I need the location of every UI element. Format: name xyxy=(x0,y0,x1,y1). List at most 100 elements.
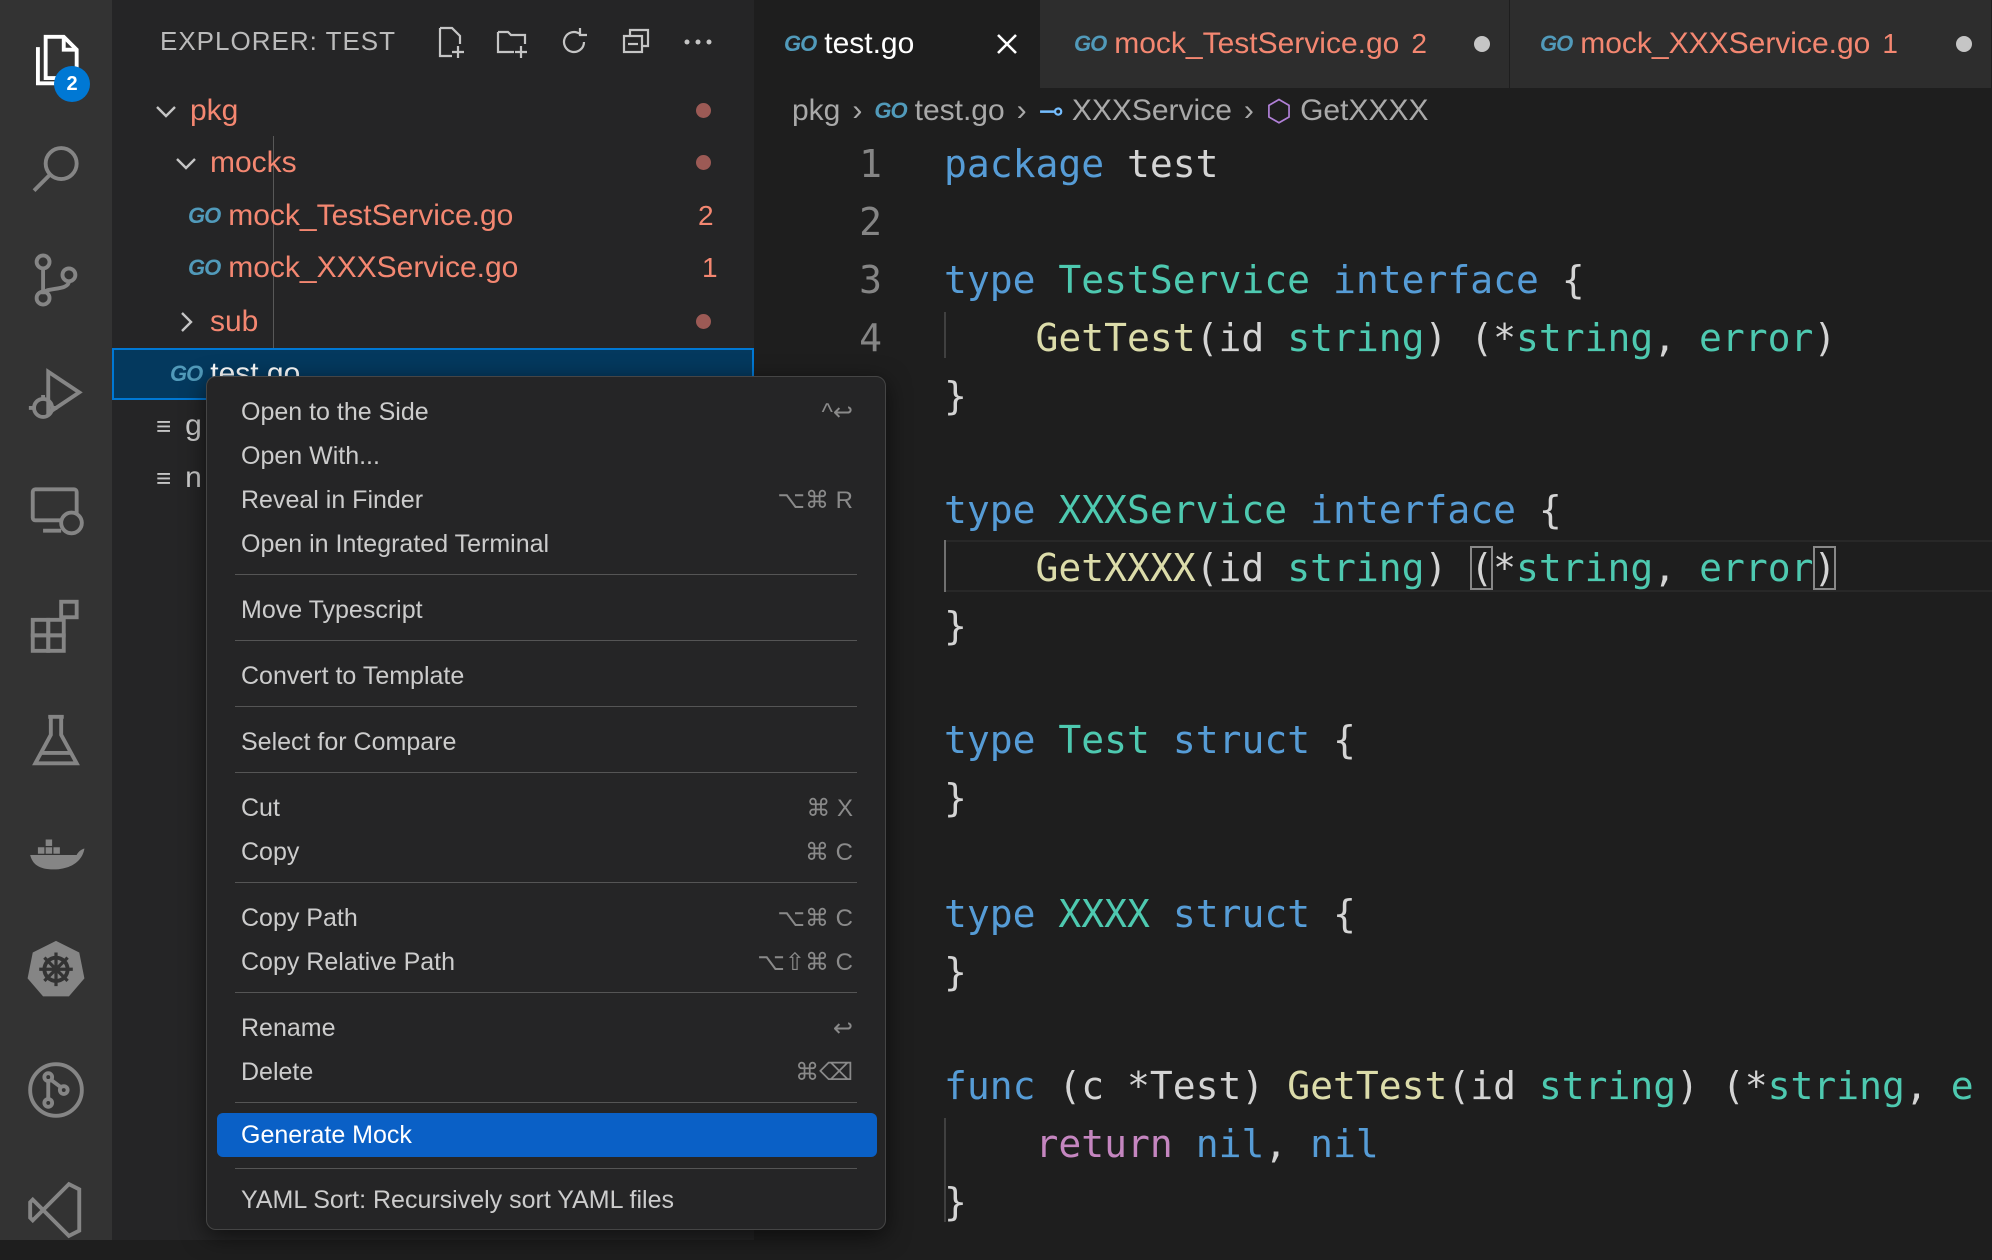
menu-item-open-to-side[interactable]: Open to the Side ^↩ xyxy=(217,391,877,433)
line-number: 4 xyxy=(859,316,882,360)
menu-separator xyxy=(235,992,857,993)
new-folder-icon xyxy=(496,30,527,58)
code-line: } xyxy=(944,374,967,418)
menu-item-convert-template[interactable]: Convert to Template xyxy=(217,655,877,697)
menu-item-copy-relative-path[interactable]: Copy Relative Path ⌥⇧⌘ C xyxy=(217,941,877,983)
code-token: string xyxy=(1516,316,1654,360)
breadcrumb-file[interactable]: test.go xyxy=(915,94,1005,128)
code-line: package test xyxy=(944,142,1219,186)
breadcrumb-method[interactable]: GetXXXX xyxy=(1300,94,1428,128)
code-token: type xyxy=(944,718,1036,762)
menu-item-label: Copy Path xyxy=(241,903,358,932)
vscode-activity[interactable] xyxy=(0,1160,112,1260)
code-token: nil xyxy=(1195,1122,1265,1166)
code-token: } xyxy=(944,374,967,418)
new-folder-button[interactable] xyxy=(490,20,534,64)
menu-item-reveal-in-finder[interactable]: Reveal in Finder ⌥⌘ R xyxy=(217,479,877,521)
menu-item-select-compare[interactable]: Select for Compare xyxy=(217,721,877,763)
editor-tab-bar: GO test.go GO mock_TestService.go 2 GO m… xyxy=(754,0,1992,88)
menu-item-shortcut: ⌘⌫ xyxy=(795,1058,853,1086)
context-menu: Open to the Side ^↩ Open With... Reveal i… xyxy=(206,376,886,1230)
menu-separator xyxy=(235,882,857,883)
code-token: GetXXXX xyxy=(1035,546,1196,590)
tree-file-mock-testservice[interactable]: GO mock_TestService.go 2 xyxy=(112,190,830,242)
more-actions-button[interactable] xyxy=(676,20,720,64)
menu-item-move-typescript[interactable]: Move Typescript xyxy=(217,589,877,631)
explorer-activity[interactable]: 2 xyxy=(0,10,112,110)
close-icon[interactable] xyxy=(994,31,1020,57)
tree-label: n xyxy=(185,461,202,494)
chevron-down-icon xyxy=(156,106,176,118)
tab-test-go[interactable]: GO test.go xyxy=(754,0,1040,88)
code-token: ) xyxy=(1813,316,1837,360)
code-line: func (c *Test) GetTest(id string) (*stri… xyxy=(944,1064,1974,1108)
menu-separator xyxy=(235,1168,857,1169)
code-token: ) xyxy=(1424,316,1471,360)
code-token: package xyxy=(944,142,1105,186)
code-token: type xyxy=(944,258,1036,302)
menu-item-shortcut: ⌥⇧⌘ C xyxy=(757,948,853,976)
code-line: type TestService interface { xyxy=(944,258,1585,302)
menu-item-open-terminal[interactable]: Open in Integrated Terminal xyxy=(217,523,877,565)
menu-item-rename[interactable]: Rename ↩ xyxy=(217,1007,877,1049)
code-token: (c *Test) xyxy=(1035,1064,1288,1108)
modified-dot xyxy=(696,314,711,329)
ellipsis-icon xyxy=(684,39,712,45)
menu-item-cut[interactable]: Cut ⌘ X xyxy=(217,787,877,829)
code-token: (* xyxy=(1721,1064,1768,1108)
menu-item-shortcut: ^↩ xyxy=(821,398,853,426)
source-control-activity[interactable] xyxy=(0,230,112,330)
code-line: } xyxy=(944,604,967,648)
go-file-icon: GO xyxy=(784,31,817,56)
code-token: { xyxy=(1332,892,1356,936)
menu-separator xyxy=(235,772,857,773)
menu-item-open-with[interactable]: Open With... xyxy=(217,435,877,477)
activity-bar: 2 xyxy=(0,0,112,1240)
method-icon: ⬡ xyxy=(1265,94,1293,128)
code-token: test xyxy=(1127,142,1219,186)
testing-activity[interactable] xyxy=(0,690,112,790)
code-line: } xyxy=(944,1180,967,1224)
code-token: struct xyxy=(1172,718,1311,762)
tree-file-mock-xxxservice[interactable]: GO mock_XXXService.go 1 xyxy=(112,242,830,294)
menu-item-copy-path[interactable]: Copy Path ⌥⌘ C xyxy=(217,897,877,939)
refresh-explorer-button[interactable] xyxy=(552,20,596,64)
code-token: func xyxy=(944,1064,1036,1108)
code-token: string xyxy=(1538,1064,1677,1108)
remote-explorer-activity[interactable] xyxy=(0,460,112,560)
breadcrumb-pkg[interactable]: pkg xyxy=(792,94,840,128)
new-file-button[interactable] xyxy=(428,20,472,64)
tree-folder-mocks[interactable]: mocks xyxy=(112,137,814,189)
code-editor[interactable]: 1 2 3 4 package test type TestService in… xyxy=(754,134,1992,1240)
code-token: (id xyxy=(1195,316,1288,360)
run-debug-activity[interactable] xyxy=(0,345,112,445)
code-token: (id xyxy=(1447,1064,1539,1108)
tree-folder-pkg[interactable]: pkg xyxy=(112,85,794,137)
menu-item-delete[interactable]: Delete ⌘⌫ xyxy=(217,1051,877,1093)
text-file-icon: ≡ xyxy=(156,410,172,441)
tab-mock-xxxservice[interactable]: GO mock_XXXService.go 1 xyxy=(1510,0,1992,88)
menu-item-label: Copy xyxy=(241,837,300,866)
git-graph-activity[interactable] xyxy=(0,1040,112,1140)
tree-folder-sub[interactable]: sub xyxy=(112,296,814,348)
collapse-folders-button[interactable] xyxy=(614,20,658,64)
extensions-activity[interactable] xyxy=(0,575,112,675)
search-activity[interactable] xyxy=(0,120,112,220)
menu-item-shortcut: ↩ xyxy=(832,1014,853,1042)
breadcrumb-interface[interactable]: XXXService xyxy=(1072,94,1232,128)
menu-separator xyxy=(235,640,857,641)
kubernetes-activity[interactable] xyxy=(0,918,112,1018)
menu-item-copy[interactable]: Copy ⌘ C xyxy=(217,831,877,873)
code-token: GetTest xyxy=(1287,1064,1448,1108)
unsaved-dot xyxy=(1956,36,1972,52)
vscode-logo-icon xyxy=(28,1181,82,1239)
menu-item-yaml-sort[interactable]: YAML Sort: Recursively sort YAML files xyxy=(217,1179,877,1221)
docker-activity[interactable] xyxy=(0,805,112,905)
menu-item-label: Rename xyxy=(241,1013,336,1042)
bracket-match: ) xyxy=(1813,546,1837,590)
code-token: string xyxy=(1767,1064,1905,1108)
tab-mock-testservice[interactable]: GO mock_TestService.go 2 xyxy=(1040,0,1510,88)
code-token: ) xyxy=(1676,1064,1722,1108)
chevron-down-icon xyxy=(176,158,196,170)
menu-item-generate-mock[interactable]: Generate Mock xyxy=(217,1113,877,1157)
